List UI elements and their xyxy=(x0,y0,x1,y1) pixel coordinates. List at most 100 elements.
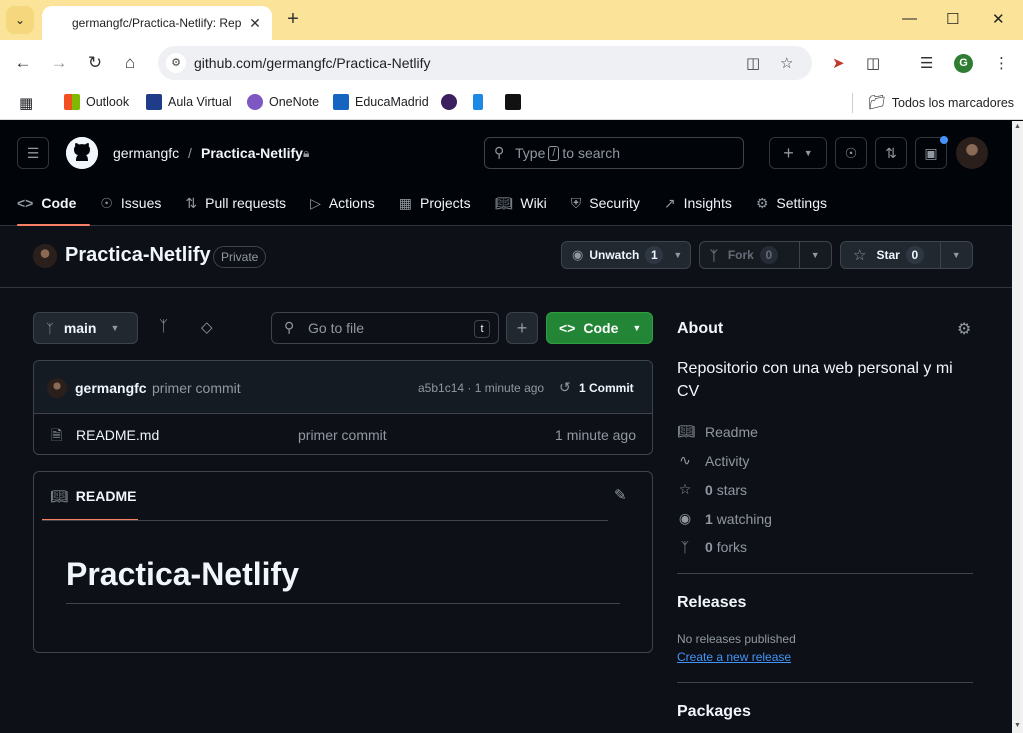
gear-icon[interactable]: ⚙ xyxy=(957,319,971,339)
tab-insights[interactable]: ↗ Insights xyxy=(664,180,732,226)
tab-code[interactable]: <> Code xyxy=(17,180,90,226)
extension-icon[interactable]: ➤ xyxy=(832,54,845,72)
menu-kebab-icon[interactable]: ⋮ xyxy=(994,54,1009,72)
new-tab-button[interactable]: + xyxy=(282,9,304,31)
search-placeholder-pre: Type xyxy=(515,145,546,161)
bookmark-label: Outlook xyxy=(86,95,130,109)
issues-button[interactable]: ☉ xyxy=(835,137,867,169)
browser-tab[interactable]: germangfc/Practica-Netlify: Rep ✕ xyxy=(42,6,272,40)
github-logo[interactable] xyxy=(66,137,98,169)
fork-dropdown[interactable]: ▼ xyxy=(798,242,831,268)
go-to-file-input[interactable]: ⚲ Go to file t xyxy=(271,312,499,344)
window-close-button[interactable]: ✕ xyxy=(992,10,1005,28)
star-button-group: ☆ Star 0 ▼ xyxy=(840,241,973,269)
bookmark-outlook[interactable]: Outlook xyxy=(64,94,129,110)
releases-title[interactable]: Releases xyxy=(677,594,746,612)
file-name[interactable]: README.md xyxy=(76,427,159,443)
bookmark-educamadrid[interactable]: EducaMadrid xyxy=(333,94,429,110)
reading-list-icon[interactable]: ☰ xyxy=(920,54,933,72)
readme-link-label: Readme xyxy=(705,423,758,440)
readme-panel: 📖︎ README ✎ Practica-Netlify xyxy=(33,471,653,653)
home-button[interactable]: ⌂ xyxy=(118,51,142,75)
owner-link[interactable]: germangfc xyxy=(113,145,179,161)
bookmark-bing[interactable] xyxy=(473,94,483,110)
activity-link[interactable]: ∿ Activity xyxy=(677,452,749,469)
tab-security[interactable]: ⛨ Security xyxy=(571,180,640,226)
tab-search-button[interactable]: ⌄ xyxy=(6,6,34,34)
fork-button[interactable]: ᛉ Fork 0 xyxy=(700,246,799,264)
tag-icon[interactable]: ◇ xyxy=(201,318,213,336)
watching-label: watching xyxy=(716,510,772,527)
star-button[interactable]: ☆ Star 0 xyxy=(841,246,940,264)
profile-avatar[interactable]: G xyxy=(954,54,973,73)
tab-pull-requests[interactable]: ⇅ Pull requests xyxy=(185,180,286,226)
star-dropdown[interactable]: ▼ xyxy=(939,242,972,268)
tab-issues[interactable]: ☉ Issues xyxy=(100,180,161,226)
unwatch-button[interactable]: ◉ Unwatch 1 ▼ xyxy=(561,241,691,269)
readme-link[interactable]: 📖︎ Readme xyxy=(677,423,758,440)
bookmark-aula-virtual[interactable]: Aula Virtual xyxy=(146,94,232,110)
all-bookmarks[interactable]: 📁︎ Todos los marcadores xyxy=(868,94,1014,111)
apps-grid-icon[interactable]: ▦ xyxy=(19,94,33,112)
search-input[interactable]: ⚲ Type / to search xyxy=(484,137,744,169)
tab-wiki[interactable]: 📖︎ Wiki xyxy=(495,180,547,226)
file-list: germangfc primer commit a5b1c14 · 1 minu… xyxy=(33,360,653,455)
fork-button-group: ᛉ Fork 0 ▼ xyxy=(699,241,832,269)
address-url: github.com/germangfc/Practica-Netlify xyxy=(194,55,431,71)
bookmark-w[interactable] xyxy=(441,94,457,110)
forks-link[interactable]: ᛉ 0 forks xyxy=(677,539,747,555)
file-commit-message[interactable]: primer commit xyxy=(298,427,387,443)
microsoft-icon xyxy=(64,94,80,110)
puzzle-icon[interactable]: ◫ xyxy=(866,54,880,72)
repo-link[interactable]: Practica-Netlify xyxy=(201,145,303,161)
commit-hash-time[interactable]: a5b1c14 · 1 minute ago xyxy=(418,381,544,395)
code-dropdown-button[interactable]: <> Code ▼ xyxy=(546,312,653,344)
forks-label: forks xyxy=(716,539,748,555)
bookmark-star-icon[interactable]: ☆ xyxy=(780,54,793,72)
packages-title[interactable]: Packages xyxy=(677,703,751,721)
bing-icon xyxy=(473,94,483,110)
maximize-button[interactable]: ☐ xyxy=(946,10,959,28)
create-release-link[interactable]: Create a new release xyxy=(677,650,791,664)
stars-link[interactable]: ☆ 0 stars xyxy=(677,481,747,498)
back-button[interactable]: ← xyxy=(11,51,35,75)
readme-tab[interactable]: 📖︎ README xyxy=(42,472,138,520)
reload-button[interactable]: ↻ xyxy=(83,51,107,75)
tab-actions[interactable]: ▷ Actions xyxy=(310,180,375,226)
history-icon: ↺ xyxy=(559,379,571,395)
site-info-icon[interactable]: ⚙ xyxy=(166,53,186,73)
commit-author-avatar[interactable] xyxy=(47,378,67,398)
bookmark-onenote[interactable]: OneNote xyxy=(247,94,319,110)
tab-label: Wiki xyxy=(520,195,547,211)
pencil-icon[interactable]: ✎ xyxy=(614,486,627,504)
bookmark-chatgpt[interactable] xyxy=(505,94,521,110)
notification-dot xyxy=(940,136,948,144)
close-icon[interactable]: ✕ xyxy=(246,15,264,32)
owner-avatar[interactable] xyxy=(33,244,57,268)
issue-icon: ☉ xyxy=(844,144,858,161)
commit-author[interactable]: germangfc xyxy=(75,380,147,396)
add-file-button[interactable]: + xyxy=(506,312,538,344)
forward-button[interactable]: → xyxy=(47,51,71,75)
user-avatar[interactable] xyxy=(956,137,988,169)
address-bar[interactable]: ⚙ github.com/germangfc/Practica-Netlify … xyxy=(158,46,812,80)
table-row[interactable]: 🗎︎ README.md primer commit 1 minute ago xyxy=(34,414,652,454)
commits-count-link[interactable]: 1 Commit xyxy=(579,381,634,395)
pull-requests-button[interactable]: ⇅ xyxy=(875,137,907,169)
hamburger-menu-button[interactable]: ☰ xyxy=(17,137,49,169)
minimize-button[interactable]: — xyxy=(902,10,917,27)
commit-message[interactable]: primer commit xyxy=(152,380,241,396)
branches-icon[interactable]: ᛉ xyxy=(159,318,168,335)
watching-link[interactable]: ◉ 1 watching xyxy=(677,510,772,527)
tab-projects[interactable]: ▦ Projects xyxy=(399,180,471,226)
scroll-down-icon[interactable]: ▼ xyxy=(1014,722,1021,729)
repo-title[interactable]: Practica-Netlify xyxy=(65,244,211,267)
install-app-icon[interactable]: ◫ xyxy=(746,54,760,72)
readme-heading: Practica-Netlify xyxy=(66,556,299,592)
page-scrollbar[interactable]: ▲ ▼ xyxy=(1012,121,1023,733)
play-icon: ▷ xyxy=(310,194,321,211)
scroll-up-icon[interactable]: ▲ xyxy=(1014,123,1021,130)
create-new-button[interactable]: + ▼ xyxy=(769,137,827,169)
branch-selector[interactable]: ᛉ main ▼ xyxy=(33,312,138,344)
tab-settings[interactable]: ⚙ Settings xyxy=(756,180,827,226)
